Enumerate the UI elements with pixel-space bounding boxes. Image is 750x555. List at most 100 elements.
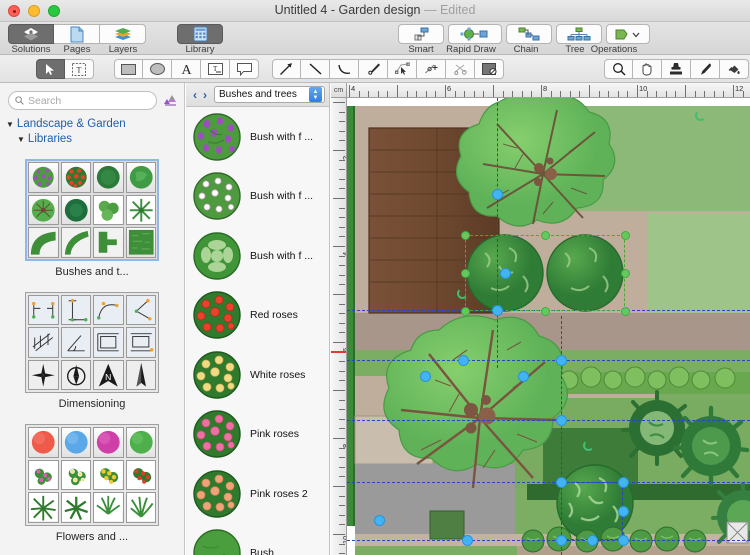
library-bushes-and-trees[interactable]: Bushes and t... <box>0 159 184 278</box>
callout-tool[interactable] <box>230 59 259 79</box>
lib-cell-bush-purple[interactable] <box>28 162 59 193</box>
green-handle[interactable] <box>460 230 470 240</box>
solutions-button[interactable] <box>8 24 54 44</box>
delete-point-tool[interactable] <box>446 59 475 79</box>
lib-cell-angle-dim[interactable] <box>125 294 156 325</box>
selection-handle[interactable] <box>461 534 473 546</box>
lib-cell-dense-bush[interactable] <box>60 194 91 225</box>
lib-cell-red-ball[interactable] <box>28 427 59 458</box>
list-item[interactable]: White roses <box>186 345 329 405</box>
hand-tool[interactable] <box>633 59 662 79</box>
eyedropper-tool[interactable] <box>691 59 720 79</box>
library-item-list[interactable]: Bush with f ... Bush with f ... Bush wit… <box>186 107 329 555</box>
selection-handle[interactable] <box>555 476 567 488</box>
lib-cell-linear-dim[interactable] <box>28 294 59 325</box>
library-thumb-grid[interactable] <box>25 424 159 526</box>
arrow-tool[interactable] <box>272 59 301 79</box>
green-handle[interactable] <box>620 230 630 240</box>
lib-cell-red-roses[interactable] <box>60 162 91 193</box>
text-tool[interactable]: A <box>172 59 201 79</box>
library-dimensioning[interactable]: N Dimensioning <box>0 291 184 410</box>
selection-handle[interactable] <box>517 370 529 382</box>
lib-cell-hedge-curve-2[interactable] <box>60 227 91 258</box>
list-item[interactable]: Pink roses <box>186 405 329 465</box>
selection-handle[interactable] <box>555 354 567 366</box>
library-selector-dropdown[interactable]: Bushes and trees ▲ ▼ <box>214 86 325 103</box>
lib-cell-north-arrow[interactable]: N <box>93 359 124 390</box>
curve-tool[interactable] <box>330 59 359 79</box>
library-thumb-grid[interactable]: N <box>25 291 159 393</box>
lib-cell-tree-top[interactable] <box>28 194 59 225</box>
lib-cell-yellow-flowers[interactable] <box>93 459 124 490</box>
pointer-tool[interactable] <box>36 59 65 79</box>
canvas-area[interactable]: cm 468101214 2468101214 <box>331 83 750 555</box>
lib-cell-rect-dim[interactable] <box>93 327 124 358</box>
text-select-tool[interactable]: T <box>65 59 94 79</box>
list-item[interactable]: Bush <box>186 524 329 555</box>
lib-cell-green-ball[interactable] <box>125 427 156 458</box>
lib-cell-magenta-ball[interactable] <box>93 427 124 458</box>
smart-button[interactable] <box>398 24 444 44</box>
selection-handle[interactable] <box>499 267 511 279</box>
disclosure-triangle-icon[interactable]: ▼ <box>17 135 25 144</box>
lib-cell-grass-2[interactable] <box>60 492 91 523</box>
horizontal-ruler[interactable]: 468101214 <box>331 83 750 98</box>
lib-cell-rect-dim-2[interactable] <box>125 327 156 358</box>
lib-cell-triple-leaf[interactable] <box>93 194 124 225</box>
nav-forward-button[interactable]: › <box>200 88 210 102</box>
lib-cell-vertical-dim[interactable] <box>60 294 91 325</box>
solution-park-icon[interactable] <box>162 90 178 111</box>
drawing-stage[interactable] <box>347 98 750 555</box>
paint-bucket-tool[interactable] <box>720 59 749 79</box>
mask-tool[interactable] <box>475 59 504 79</box>
green-handle[interactable] <box>540 230 550 240</box>
lib-cell-compass-star[interactable] <box>28 359 59 390</box>
selection-handle[interactable] <box>555 534 567 546</box>
list-item[interactable]: Bush with f ... <box>186 107 329 167</box>
disclosure-triangle-icon[interactable]: ▼ <box>6 120 14 129</box>
selection-handle[interactable] <box>457 354 469 366</box>
rapid-draw-button[interactable] <box>448 24 502 44</box>
add-point-tool[interactable] <box>417 59 446 79</box>
lib-cell-light-bush[interactable] <box>125 162 156 193</box>
lib-cell-red-flowers[interactable] <box>125 459 156 490</box>
lib-cell-grass-3[interactable] <box>93 492 124 523</box>
nav-back-button[interactable]: ‹ <box>190 88 200 102</box>
ellipse-tool[interactable] <box>143 59 172 79</box>
line-tool[interactable] <box>301 59 330 79</box>
selection-handle[interactable] <box>419 370 431 382</box>
lib-cell-blue-ball[interactable] <box>60 427 91 458</box>
lib-cell-white-flowers[interactable] <box>60 459 91 490</box>
chain-button[interactable] <box>506 24 552 44</box>
text-block-tool[interactable]: T <box>201 59 230 79</box>
vertical-ruler[interactable]: 2468101214 <box>331 98 347 555</box>
library-button[interactable] <box>177 24 223 44</box>
lib-cell-north-arrow-2[interactable] <box>125 359 156 390</box>
lib-cell-pink-flowers[interactable] <box>28 459 59 490</box>
green-handle[interactable] <box>460 306 470 316</box>
lib-cell-arc-dim[interactable] <box>93 294 124 325</box>
selection-handle[interactable] <box>617 534 629 546</box>
lib-cell-palm[interactable] <box>125 194 156 225</box>
lib-cell-hedge-fill[interactable] <box>125 227 156 258</box>
sidebar-item-libraries[interactable]: ▼ Libraries <box>0 130 184 145</box>
library-thumb-grid[interactable] <box>25 159 159 261</box>
list-item[interactable]: Bush with f ... <box>186 167 329 227</box>
green-handle[interactable] <box>620 306 630 316</box>
selection-handle[interactable] <box>617 476 629 488</box>
lib-cell-compass-circle[interactable] <box>60 359 91 390</box>
search-input[interactable]: Search <box>8 91 157 110</box>
rotation-handle[interactable] <box>583 440 594 451</box>
rotation-handle[interactable] <box>457 288 468 299</box>
selection-handle[interactable] <box>373 514 385 526</box>
lib-cell-grass-4[interactable] <box>125 492 156 523</box>
zoom-tool[interactable] <box>604 59 633 79</box>
lib-cell-angle-measure[interactable] <box>60 327 91 358</box>
list-item[interactable]: Bush with f ... <box>186 226 329 286</box>
lib-cell-multi-dim[interactable] <box>28 327 59 358</box>
stamp-tool[interactable] <box>662 59 691 79</box>
chevron-updown-icon[interactable]: ▲ ▼ <box>309 87 322 102</box>
lib-cell-hedge-angle[interactable] <box>93 227 124 258</box>
pen-tool[interactable] <box>359 59 388 79</box>
selection-handle[interactable] <box>491 304 503 316</box>
